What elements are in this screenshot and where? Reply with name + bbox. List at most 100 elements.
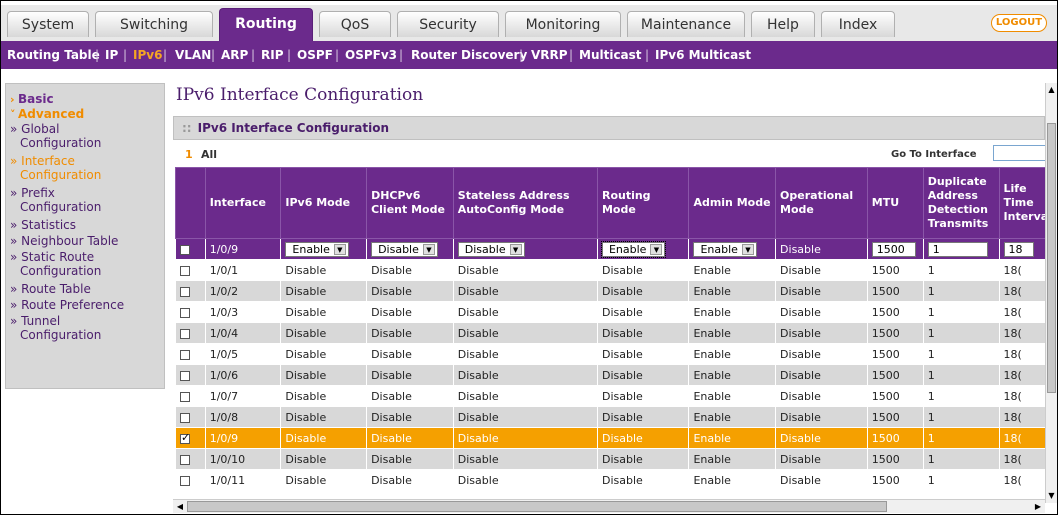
- table-row[interactable]: 1/0/1 Disable Disable Disable Disable Enable D…: [175, 259, 1057, 281]
- tab-routing[interactable]: Routing: [219, 8, 313, 41]
- cell-interface: 1/0/10: [204, 448, 282, 470]
- sidebar-item-statistics[interactable]: » Statistics: [10, 218, 76, 232]
- admin-mode-select[interactable]: Enable ▼: [693, 241, 757, 257]
- table-row[interactable]: 1/0/5 Disable Disable Disable Disable Enable D…: [175, 343, 1057, 365]
- row-checkbox[interactable]: [180, 431, 190, 444]
- go-to-interface-input[interactable]: [993, 145, 1053, 161]
- sidebar-item-global-configuration[interactable]: » Global Configuration: [10, 122, 101, 150]
- header-operational-mode[interactable]: Operational Mode: [775, 167, 868, 239]
- row-checkbox[interactable]: [180, 370, 190, 381]
- edit-ipv6-mode-cell: Enable ▼: [280, 238, 368, 260]
- table-row[interactable]: 1/0/6 Disable Disable Disable Disable Enable D…: [175, 364, 1057, 386]
- tab-qos[interactable]: QoS: [319, 11, 391, 37]
- sidebar-item-route-table[interactable]: » Route Table: [10, 282, 91, 296]
- cell-stateless-autoconfig: Disable: [452, 364, 598, 386]
- subnav-rip[interactable]: RIP: [261, 41, 284, 69]
- subnav-ipv6[interactable]: IPv6: [133, 41, 162, 69]
- table-row[interactable]: 1/0/8 Disable Disable Disable Disable Enable D…: [175, 406, 1057, 428]
- row-checkbox[interactable]: [180, 454, 190, 465]
- cell-dad-transmits: 1: [922, 322, 1000, 344]
- tab-system[interactable]: System: [7, 11, 89, 37]
- dad-transmits-input[interactable]: 1: [927, 241, 988, 257]
- panel-header: :: IPv6 Interface Configuration: [173, 116, 1045, 140]
- row-checkbox-cell: [175, 259, 206, 281]
- table-row[interactable]: 1/0/7 Disable Disable Disable Disable Enable D…: [175, 385, 1057, 407]
- table-row[interactable]: 1/0/11 Disable Disable Disable Disable Enable…: [175, 469, 1057, 491]
- scroll-down-icon[interactable]: ▼: [1046, 489, 1057, 503]
- table-row[interactable]: 1/0/3 Disable Disable Disable Disable Enable D…: [175, 301, 1057, 323]
- sidebar-item-route-preference[interactable]: » Route Preference: [10, 298, 124, 312]
- header-interface[interactable]: Interface: [204, 167, 282, 239]
- header-dad-transmits[interactable]: Duplicate Address Detection Transmits: [922, 167, 1000, 239]
- ipv6-mode-select[interactable]: Enable ▼: [285, 241, 349, 257]
- row-checkbox[interactable]: [180, 307, 190, 318]
- header-mtu[interactable]: MTU: [866, 167, 924, 239]
- subnav-vrrp[interactable]: VRRP: [531, 41, 568, 69]
- separator: |: [123, 48, 128, 62]
- sidebar-item-neighbour-table[interactable]: » Neighbour Table: [10, 234, 118, 248]
- subnav-routing-table[interactable]: Routing Table: [7, 41, 100, 69]
- dhcpv6-client-mode-select[interactable]: Disable ▼: [371, 241, 438, 257]
- header-dhcpv6-client-mode[interactable]: DHCPv6 Client Mode: [366, 167, 454, 239]
- row-checkbox[interactable]: [180, 391, 190, 402]
- sidebar-item-prefix-configuration[interactable]: » Prefix Configuration: [10, 186, 101, 214]
- scroll-up-icon[interactable]: ▲: [1046, 83, 1057, 97]
- cell-operational-mode: Disable: [775, 448, 868, 470]
- row-checkbox[interactable]: [180, 349, 190, 360]
- table-row[interactable]: 1/0/10 Disable Disable Disable Disable Enable…: [175, 448, 1057, 470]
- header-stateless-autoconfig[interactable]: Stateless Address AutoConfig Mode: [452, 167, 598, 239]
- row-checkbox[interactable]: [180, 328, 190, 339]
- cell-stateless-autoconfig: Disable: [452, 280, 598, 302]
- stateless-autoconfig-select[interactable]: Disable ▼: [457, 241, 525, 257]
- vertical-scroll-thumb[interactable]: [1047, 123, 1056, 393]
- cell-dhcpv6-client-mode: Disable: [366, 301, 454, 323]
- logout-button[interactable]: LOGOUT: [991, 14, 1047, 32]
- cell-stateless-autoconfig: Disable: [452, 406, 598, 428]
- cell-dad-transmits: 1: [922, 301, 1000, 323]
- tab-index[interactable]: Index: [821, 11, 895, 37]
- tab-monitoring[interactable]: Monitoring: [505, 11, 621, 37]
- tab-maintenance[interactable]: Maintenance: [627, 11, 745, 37]
- row-checkbox[interactable]: [180, 265, 190, 276]
- horizontal-scrollbar[interactable]: ◀ ▶: [173, 499, 1045, 513]
- row-checkbox[interactable]: [180, 475, 190, 486]
- routing-mode-select[interactable]: Enable ▼: [600, 240, 667, 258]
- tab-switching[interactable]: Switching: [95, 11, 213, 37]
- horizontal-scroll-thumb[interactable]: [187, 501, 887, 512]
- scroll-left-icon[interactable]: ◀: [173, 500, 187, 513]
- cell-admin-mode: Enable: [688, 259, 777, 281]
- subnav-router-discovery[interactable]: Router Discovery: [411, 41, 527, 69]
- subnav-ipv6-multicast[interactable]: IPv6 Multicast: [655, 41, 751, 69]
- subnav-vlan[interactable]: VLAN: [175, 41, 211, 69]
- subnav-ip[interactable]: IP: [105, 41, 118, 69]
- scroll-right-icon[interactable]: ▶: [1031, 500, 1045, 513]
- row-checkbox[interactable]: [180, 412, 190, 423]
- mtu-input[interactable]: 1500: [871, 241, 916, 257]
- vertical-scrollbar[interactable]: ▲ ▼: [1045, 83, 1057, 503]
- cell-admin-mode: Enable: [688, 280, 777, 302]
- sidebar-item-static-route-configuration[interactable]: » Static Route Configuration: [10, 250, 101, 278]
- subnav-ospf[interactable]: OSPF: [297, 41, 333, 69]
- table-row[interactable]: 1/0/2 Disable Disable Disable Disable Enable D…: [175, 280, 1057, 302]
- all-label[interactable]: All: [201, 148, 217, 161]
- cell-ipv6-mode: Disable: [280, 448, 368, 470]
- header-routing-mode[interactable]: Routing Mode: [596, 167, 690, 239]
- subnav-arp[interactable]: ARP: [221, 41, 248, 69]
- row-checkbox[interactable]: [180, 286, 190, 297]
- header-ipv6-mode[interactable]: IPv6 Mode: [280, 167, 368, 239]
- subnav-multicast[interactable]: Multicast: [579, 41, 642, 69]
- header-admin-mode[interactable]: Admin Mode: [688, 167, 777, 239]
- edit-row-checkbox[interactable]: [180, 244, 190, 255]
- sidebar-advanced[interactable]: ˅ Advanced: [10, 107, 84, 121]
- table-row[interactable]: 1/0/9DisableDisableDisableDisableEnableD…: [175, 427, 1057, 449]
- tab-help[interactable]: Help: [751, 11, 815, 37]
- sidebar-item-tunnel-configuration[interactable]: » Tunnel Configuration: [10, 314, 101, 342]
- subnav-ospfv3[interactable]: OSPFv3: [345, 41, 397, 69]
- life-time-input[interactable]: 18: [1003, 241, 1034, 257]
- cell-ipv6-mode: Disable: [280, 406, 368, 428]
- sidebar-basic[interactable]: › Basic: [10, 92, 54, 106]
- tab-security[interactable]: Security: [397, 11, 499, 37]
- separator: |: [399, 48, 404, 62]
- table-row[interactable]: 1/0/4 Disable Disable Disable Disable Enable D…: [175, 322, 1057, 344]
- sidebar-item-interface-configuration[interactable]: » Interface Configuration: [10, 154, 101, 182]
